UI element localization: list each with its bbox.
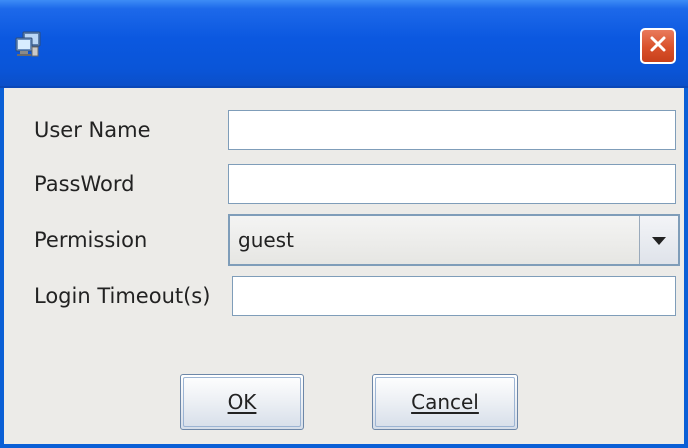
- cancel-button-label: Cancel: [411, 390, 479, 414]
- timeout-label: Login Timeout(s): [34, 284, 211, 308]
- username-input[interactable]: [228, 110, 676, 150]
- password-label: PassWord: [34, 172, 135, 196]
- title-bar[interactable]: [0, 0, 688, 88]
- dialog-body: User Name PassWord Permission guest Logi…: [4, 88, 684, 444]
- permission-selected-value: guest: [238, 228, 294, 252]
- ok-button-label: OK: [227, 390, 257, 414]
- timeout-input[interactable]: [232, 276, 676, 316]
- chevron-down-icon: [651, 231, 667, 250]
- close-icon: [648, 34, 668, 58]
- close-button[interactable]: [640, 28, 676, 64]
- login-dialog: User Name PassWord Permission guest Logi…: [0, 0, 688, 448]
- permission-label: Permission: [34, 228, 148, 252]
- dropdown-arrow-button[interactable]: [639, 216, 678, 264]
- cancel-button[interactable]: Cancel: [372, 374, 518, 430]
- computer-icon: [14, 30, 42, 58]
- password-input[interactable]: [228, 164, 676, 204]
- ok-button[interactable]: OK: [180, 374, 304, 430]
- permission-dropdown[interactable]: guest: [228, 214, 680, 266]
- username-label: User Name: [34, 118, 151, 142]
